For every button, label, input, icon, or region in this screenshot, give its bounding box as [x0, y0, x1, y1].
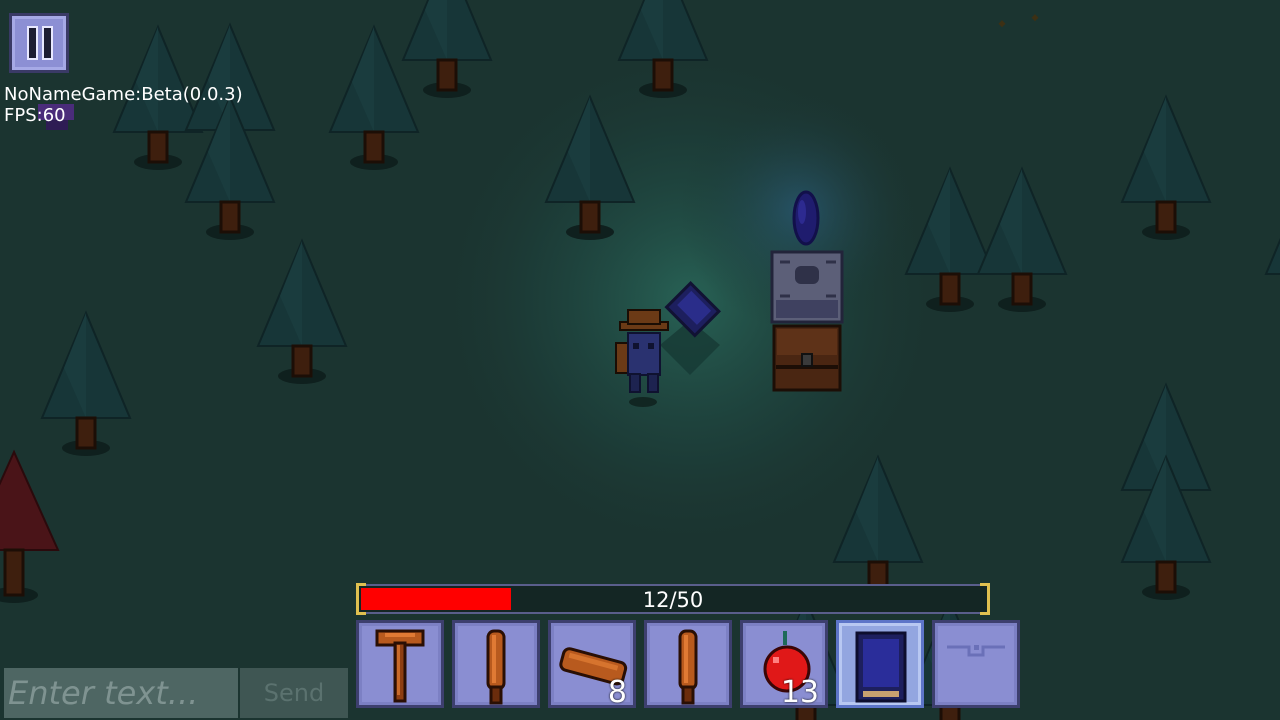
hotbar-slot-1[interactable]	[356, 620, 444, 708]
item-count: 8	[607, 675, 627, 710]
health-bar-cap-left	[356, 583, 366, 615]
game-version-label: NoNameGame:Beta(0.0.3)	[4, 84, 243, 105]
empty-slot-icon	[947, 645, 1005, 657]
spellbook-icon	[855, 631, 907, 703]
hotbar-slot-7[interactable]	[932, 620, 1020, 708]
hotbar-slot-5[interactable]: 13	[740, 620, 828, 710]
wooden-chest[interactable]	[772, 324, 842, 392]
hotbar-slot-4[interactable]	[644, 620, 732, 708]
hotbar-slot-6[interactable]	[836, 620, 924, 708]
hotbar-slot-3[interactable]: 8	[548, 620, 636, 710]
health-bar-text: 12/50	[642, 588, 704, 612]
pause-icon	[29, 28, 36, 58]
wooden-club-icon	[678, 629, 698, 705]
hammer-icon	[375, 629, 425, 703]
health-bar: 12/50	[356, 583, 990, 615]
hotbar-slot-2[interactable]	[452, 620, 540, 708]
health-bar-cap-right	[980, 583, 990, 615]
floating-crystal	[792, 190, 820, 246]
pause-button[interactable]	[9, 13, 69, 73]
fps-counter: FPS:60	[4, 105, 66, 126]
item-count: 13	[780, 675, 819, 710]
send-button[interactable]: Send	[240, 668, 348, 718]
chat-input[interactable]	[4, 668, 238, 718]
stone-crafting-station[interactable]	[770, 250, 844, 324]
pause-icon-bar	[44, 28, 51, 58]
wooden-club-icon	[486, 629, 506, 705]
